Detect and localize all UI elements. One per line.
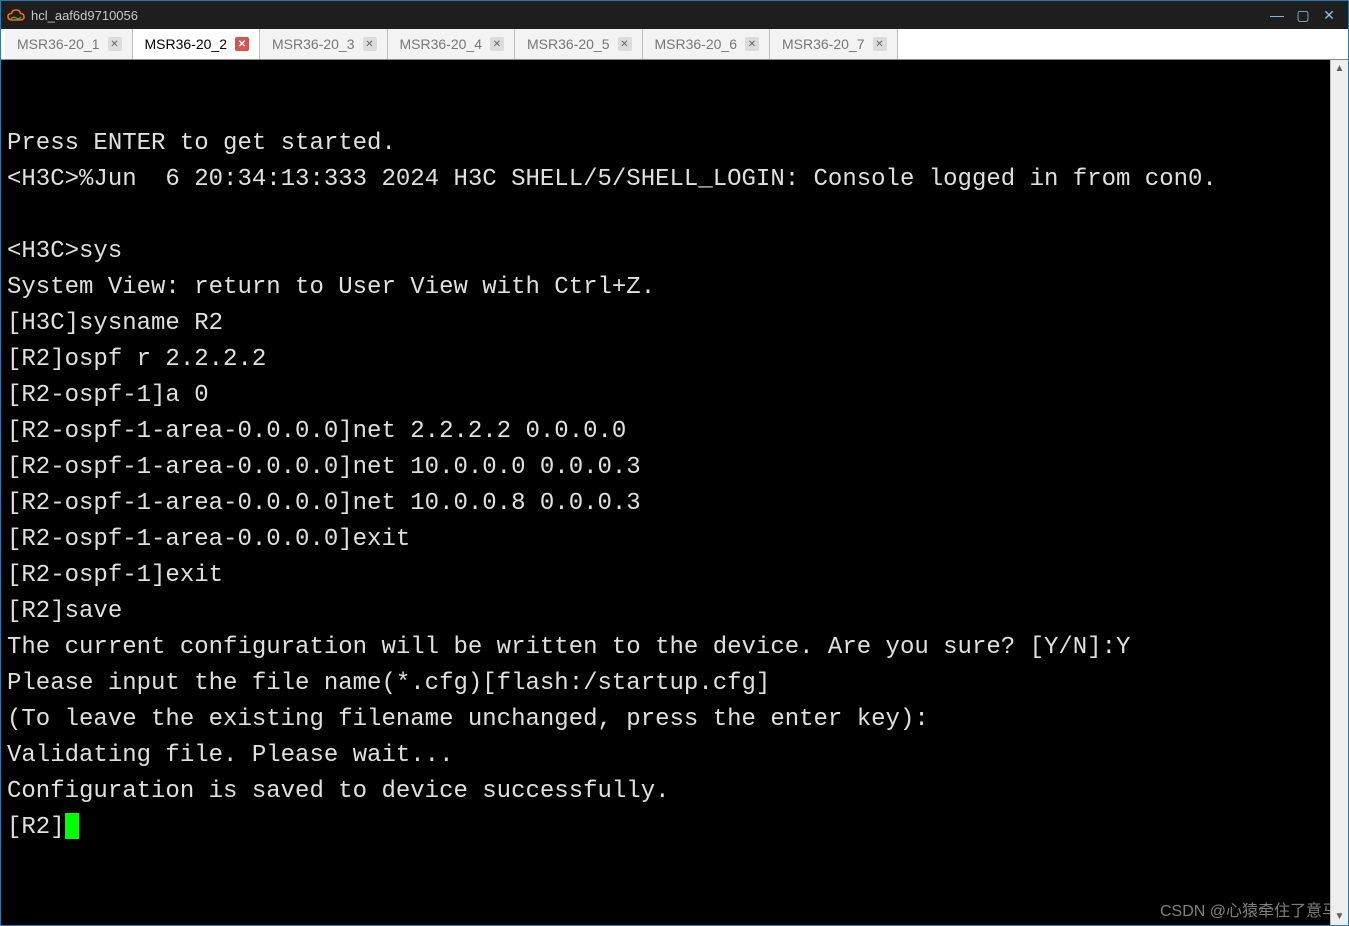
scroll-up-button[interactable]: ▲ <box>1331 60 1348 77</box>
tab-label: MSR36-20_4 <box>400 36 483 52</box>
tab-close-icon[interactable]: ✕ <box>363 37 377 51</box>
tab-bar: MSR36-20_1✕MSR36-20_2✕MSR36-20_3✕MSR36-2… <box>1 29 1348 60</box>
maximize-button[interactable]: ▢ <box>1290 5 1316 25</box>
tab-close-icon[interactable]: ✕ <box>108 37 122 51</box>
tab-MSR36-20_1[interactable]: MSR36-20_1 ✕ <box>5 29 133 59</box>
tab-MSR36-20_2[interactable]: MSR36-20_2 ✕ <box>133 29 261 59</box>
terminal-area: Press ENTER to get started. <H3C>%Jun 6 … <box>1 60 1348 925</box>
tab-MSR36-20_3[interactable]: MSR36-20_3 ✕ <box>260 29 388 59</box>
tab-label: MSR36-20_1 <box>17 36 100 52</box>
tab-MSR36-20_4[interactable]: MSR36-20_4 ✕ <box>388 29 516 59</box>
tab-MSR36-20_7[interactable]: MSR36-20_7 ✕ <box>770 29 898 59</box>
tab-label: MSR36-20_6 <box>655 36 738 52</box>
tab-close-icon[interactable]: ✕ <box>490 37 504 51</box>
minimize-button[interactable]: — <box>1264 5 1290 25</box>
close-button[interactable]: ✕ <box>1316 5 1342 25</box>
app-cloud-icon <box>7 9 25 21</box>
tab-label: MSR36-20_7 <box>782 36 865 52</box>
tab-MSR36-20_5[interactable]: MSR36-20_5 ✕ <box>515 29 643 59</box>
tab-close-icon[interactable]: ✕ <box>618 37 632 51</box>
terminal-cursor <box>65 813 79 839</box>
tab-dirty-close-icon[interactable]: ✕ <box>235 37 249 51</box>
titlebar-left: hcl_aaf6d9710056 <box>7 8 138 23</box>
vertical-scrollbar[interactable]: ▲ ▼ <box>1330 60 1348 925</box>
tab-label: MSR36-20_3 <box>272 36 355 52</box>
tab-close-icon[interactable]: ✕ <box>873 37 887 51</box>
titlebar[interactable]: hcl_aaf6d9710056 — ▢ ✕ <box>1 1 1348 29</box>
tab-MSR36-20_6[interactable]: MSR36-20_6 ✕ <box>643 29 771 59</box>
scroll-down-button[interactable]: ▼ <box>1331 908 1348 925</box>
app-window: hcl_aaf6d9710056 — ▢ ✕ MSR36-20_1✕MSR36-… <box>0 0 1349 926</box>
terminal-output[interactable]: Press ENTER to get started. <H3C>%Jun 6 … <box>1 60 1330 925</box>
tab-label: MSR36-20_5 <box>527 36 610 52</box>
scroll-track[interactable] <box>1331 77 1348 908</box>
tab-label: MSR36-20_2 <box>145 36 228 52</box>
window-controls: — ▢ ✕ <box>1264 5 1342 25</box>
tab-close-icon[interactable]: ✕ <box>745 37 759 51</box>
window-title: hcl_aaf6d9710056 <box>31 8 138 23</box>
